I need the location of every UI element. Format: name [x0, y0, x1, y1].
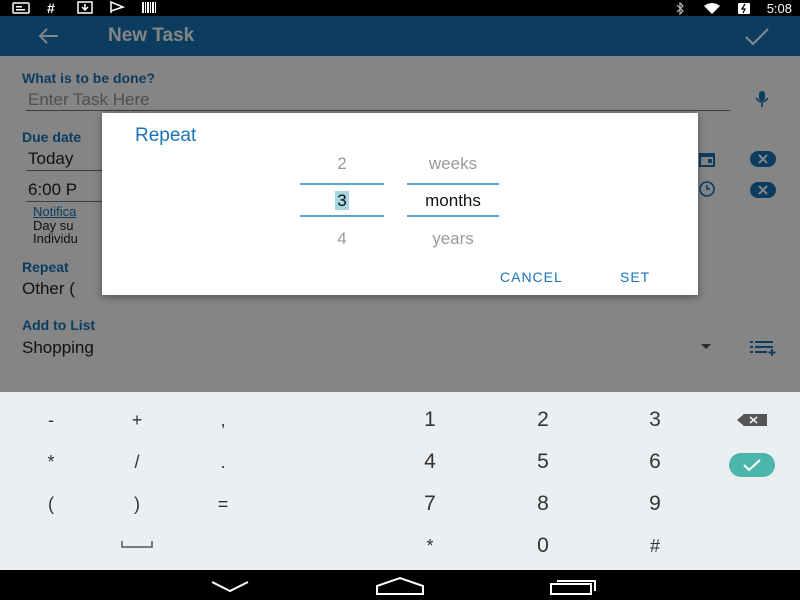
- dialog-title: Repeat: [135, 125, 197, 146]
- done-key[interactable]: [729, 453, 775, 477]
- key-slash[interactable]: /: [107, 452, 167, 473]
- unit-picker-divider-top: [407, 183, 499, 185]
- unit-option-below[interactable]: years: [407, 229, 499, 249]
- key-equals[interactable]: =: [193, 494, 253, 515]
- key-7[interactable]: 7: [400, 492, 460, 516]
- number-picker-selected[interactable]: 3: [300, 191, 384, 211]
- flag-icon: [110, 1, 126, 13]
- unit-picker-selected[interactable]: months: [407, 191, 499, 211]
- unit-picker-divider-bottom: [407, 215, 499, 217]
- svg-text:#: #: [47, 1, 55, 14]
- space-bar-icon[interactable]: [121, 539, 153, 549]
- numeric-keyboard: - + , 1 2 3 * / . 4 5 6 ( ) = 7 8 9 * 0 …: [0, 392, 800, 570]
- backspace-icon[interactable]: [736, 413, 768, 427]
- set-button[interactable]: SET: [620, 269, 650, 285]
- key-asterisk[interactable]: *: [21, 452, 81, 473]
- key-5[interactable]: 5: [513, 450, 573, 474]
- home-nav-icon[interactable]: [375, 576, 425, 596]
- number-option-above[interactable]: 2: [300, 154, 384, 174]
- key-9[interactable]: 9: [625, 492, 685, 516]
- number-option-below[interactable]: 4: [300, 229, 384, 249]
- key-close-paren[interactable]: ): [107, 494, 167, 515]
- key-period[interactable]: .: [193, 452, 253, 473]
- key-3[interactable]: 3: [625, 408, 685, 432]
- key-6[interactable]: 6: [625, 450, 685, 474]
- unit-option-above[interactable]: weeks: [407, 154, 499, 174]
- system-nav-bar: [0, 570, 800, 600]
- check-icon: [743, 459, 761, 472]
- back-nav-icon[interactable]: [209, 579, 251, 593]
- key-open-paren[interactable]: (: [21, 494, 81, 515]
- battery-icon: [737, 2, 750, 14]
- key-1[interactable]: 1: [400, 408, 460, 432]
- bluetooth-icon: [676, 1, 684, 15]
- key-2[interactable]: 2: [513, 408, 573, 432]
- hash-icon: #: [47, 1, 55, 14]
- barcode-icon: [142, 2, 156, 13]
- status-bar: # 5:08: [0, 0, 800, 16]
- status-time: 5:08: [766, 0, 792, 16]
- number-picker-divider-top: [300, 183, 384, 185]
- key-0[interactable]: 0: [513, 534, 573, 558]
- download-icon: [77, 1, 93, 14]
- notification-icon: [12, 2, 30, 14]
- key-minus[interactable]: -: [21, 410, 81, 431]
- recents-nav-icon[interactable]: [548, 576, 598, 596]
- number-picker-divider-bottom: [300, 215, 384, 217]
- cancel-button[interactable]: CANCEL: [500, 269, 563, 285]
- key-comma[interactable]: ,: [193, 410, 253, 431]
- repeat-dialog: Repeat 2 3 4 weeks months years CANCEL S…: [102, 113, 698, 295]
- key-4[interactable]: 4: [400, 450, 460, 474]
- key-8[interactable]: 8: [513, 492, 573, 516]
- key-plus[interactable]: +: [107, 410, 167, 431]
- key-hash[interactable]: #: [625, 536, 685, 557]
- key-star[interactable]: *: [400, 536, 460, 557]
- wifi-icon: [703, 2, 720, 14]
- number-selected-value[interactable]: 3: [335, 191, 349, 210]
